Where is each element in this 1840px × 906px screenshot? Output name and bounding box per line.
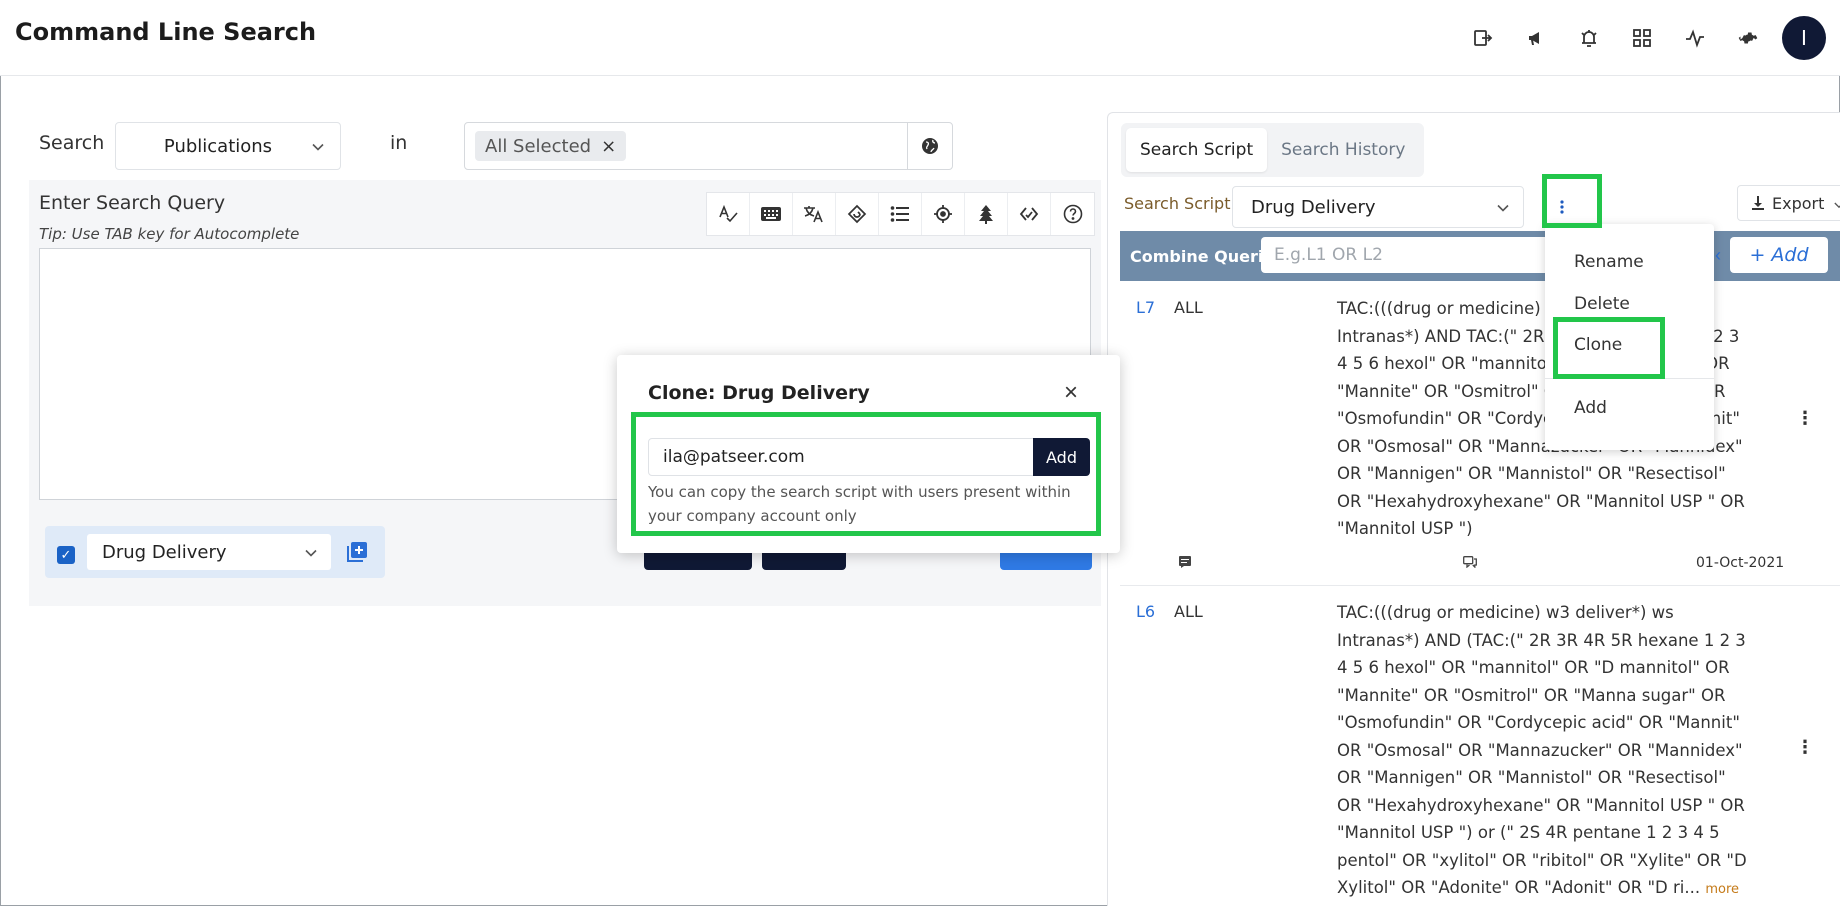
query-text: TAC:(((drug or medicine) w3 deliver*) ws…: [1337, 599, 1747, 904]
header-toolbar: I: [1456, 16, 1840, 60]
chevron-left-icon[interactable]: ‹: [1715, 245, 1721, 266]
search-script-select[interactable]: Drug Delivery: [1232, 186, 1524, 228]
export-button[interactable]: Export: [1737, 185, 1840, 221]
tag-remove-icon[interactable]: ×: [601, 136, 616, 157]
chevron-down-icon: [1497, 197, 1509, 218]
collection-tag: All Selected ×: [475, 131, 627, 161]
comments-icon[interactable]: [1463, 555, 1477, 573]
note-icon[interactable]: [1179, 555, 1191, 573]
page-title: Command Line Search: [15, 18, 317, 46]
script-tabs: Search Script Search History: [1121, 123, 1425, 177]
globe-icon: [922, 138, 938, 154]
source-select-value: Publications: [163, 135, 273, 157]
page-header: Command Line Search I: [0, 0, 1840, 76]
collection-input[interactable]: All Selected ×: [464, 122, 908, 170]
query-tip: Tip: Use TAB key for Autocomplete: [39, 225, 300, 243]
add-script-icon[interactable]: [347, 542, 367, 567]
export-label: Export: [1772, 193, 1825, 213]
apps-grid-icon[interactable]: [1615, 16, 1668, 60]
search-script-label: Search Script :: [1124, 194, 1241, 213]
script-selector-row: ✓ Drug Delivery: [45, 526, 385, 578]
help-icon[interactable]: [1051, 193, 1094, 235]
target-icon[interactable]: [922, 193, 965, 235]
source-select[interactable]: Publications: [115, 122, 341, 170]
avatar[interactable]: I: [1782, 16, 1826, 60]
menu-item-add[interactable]: Add: [1574, 398, 1607, 418]
tree-icon[interactable]: [965, 193, 1008, 235]
in-label: in: [390, 132, 408, 154]
history-icon[interactable]: [836, 193, 879, 235]
translate-icon[interactable]: [793, 193, 836, 235]
highlight-box: [1553, 317, 1665, 379]
highlight-box: [1542, 174, 1602, 228]
query-toolbar: [706, 192, 1095, 236]
tab-search-history[interactable]: Search History: [1267, 128, 1419, 172]
keyboard-icon[interactable]: [750, 193, 793, 235]
query-db: ALL: [1174, 298, 1203, 317]
search-script-panel: Search Script Search History Search Scri…: [1107, 112, 1840, 906]
search-script-value: Drug Delivery: [1251, 196, 1376, 218]
menu-item-rename[interactable]: Rename: [1574, 252, 1644, 272]
more-link[interactable]: more: [1705, 882, 1739, 897]
script-select-value: Drug Delivery: [102, 541, 227, 563]
list-icon[interactable]: [879, 193, 922, 235]
highlight-box: [631, 412, 1101, 536]
spellcheck-icon[interactable]: [707, 193, 750, 235]
combine-queries-bar: Combine Queries E.g.L1 OR L2 ‹ + Add: [1120, 231, 1840, 281]
alarm-icon[interactable]: [1562, 16, 1615, 60]
script-select[interactable]: Drug Delivery: [87, 534, 331, 570]
logout-icon[interactable]: [1456, 16, 1509, 60]
chevron-down-icon: [305, 542, 317, 563]
query-text-content: TAC:(((drug or medicine) w3 deliver*) ws…: [1337, 603, 1747, 897]
menu-item-delete[interactable]: Delete: [1574, 294, 1630, 314]
query-row: L7 ALL TAC:(((drug or medicine) w3 deliv…: [1120, 283, 1840, 586]
megaphone-icon[interactable]: [1509, 16, 1562, 60]
query-row: L6 ALL TAC:(((drug or medicine) w3 deliv…: [1120, 587, 1840, 906]
code-icon[interactable]: [1008, 193, 1051, 235]
close-icon[interactable]: ×: [1064, 379, 1078, 407]
script-checkbox[interactable]: ✓: [57, 546, 75, 564]
query-db: ALL: [1174, 602, 1203, 621]
activity-icon[interactable]: [1668, 16, 1721, 60]
add-combined-query-button[interactable]: + Add: [1730, 237, 1828, 273]
search-label: Search: [39, 132, 105, 154]
query-date: 01-Oct-2021: [1696, 555, 1785, 571]
gear-icon[interactable]: [1721, 16, 1774, 60]
query-id[interactable]: L6: [1136, 602, 1155, 621]
query-title: Enter Search Query: [39, 192, 226, 214]
download-icon: [1752, 196, 1764, 210]
tab-search-script[interactable]: Search Script: [1126, 128, 1268, 172]
dialog-title: Clone: Drug Delivery: [648, 382, 870, 404]
chevron-down-icon: [312, 136, 324, 157]
collection-tag-label: All Selected: [485, 135, 592, 157]
query-id[interactable]: L7: [1136, 298, 1155, 317]
row-options-icon[interactable]: ⋮: [1796, 737, 1814, 758]
row-options-icon[interactable]: ⋮: [1796, 408, 1814, 429]
chevron-down-icon: [1834, 194, 1840, 213]
globe-button[interactable]: [907, 122, 953, 170]
